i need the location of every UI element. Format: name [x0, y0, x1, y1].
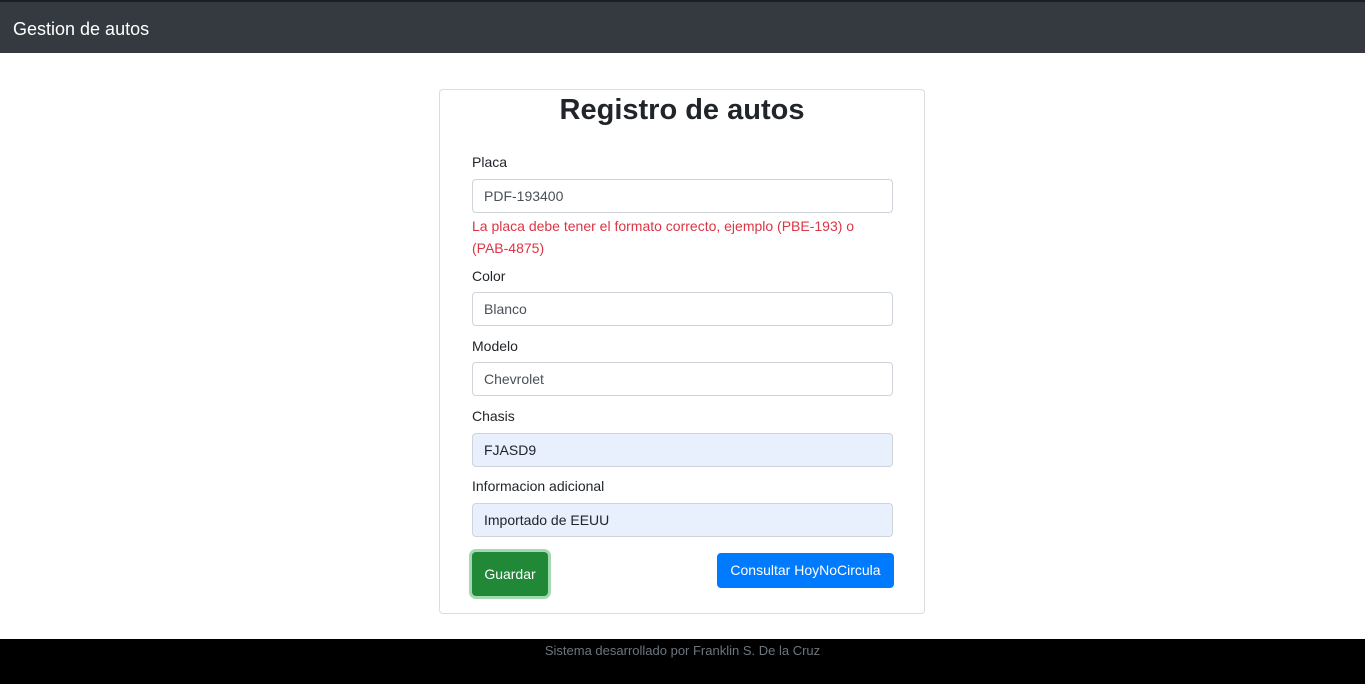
modelo-input[interactable]: [472, 362, 893, 396]
registration-form-card: Registro de autos Placa La placa debe te…: [439, 89, 925, 614]
save-button[interactable]: Guardar: [472, 552, 548, 596]
chasis-input[interactable]: [472, 433, 893, 467]
modelo-label: Modelo: [472, 338, 518, 354]
placa-label: Placa: [472, 154, 508, 170]
navbar: Gestion de autos: [0, 0, 1365, 53]
query-hoynocircula-button[interactable]: Consultar HoyNoCircula: [717, 553, 894, 588]
chasis-label: Chasis: [472, 408, 515, 424]
navbar-brand[interactable]: Gestion de autos: [13, 19, 149, 39]
color-input[interactable]: [472, 292, 893, 326]
placa-error-message: La placa debe tener el formato correcto,…: [472, 218, 855, 256]
placa-input[interactable]: [472, 179, 893, 213]
color-label: Color: [472, 268, 506, 284]
footer: Sistema desarrollado por Franklin S. De …: [0, 639, 1365, 684]
info-input[interactable]: [472, 503, 893, 537]
footer-credits: Sistema desarrollado por Franklin S. De …: [544, 643, 821, 658]
form-title: Registro de autos: [559, 94, 805, 126]
info-label: Informacion adicional: [472, 478, 605, 494]
